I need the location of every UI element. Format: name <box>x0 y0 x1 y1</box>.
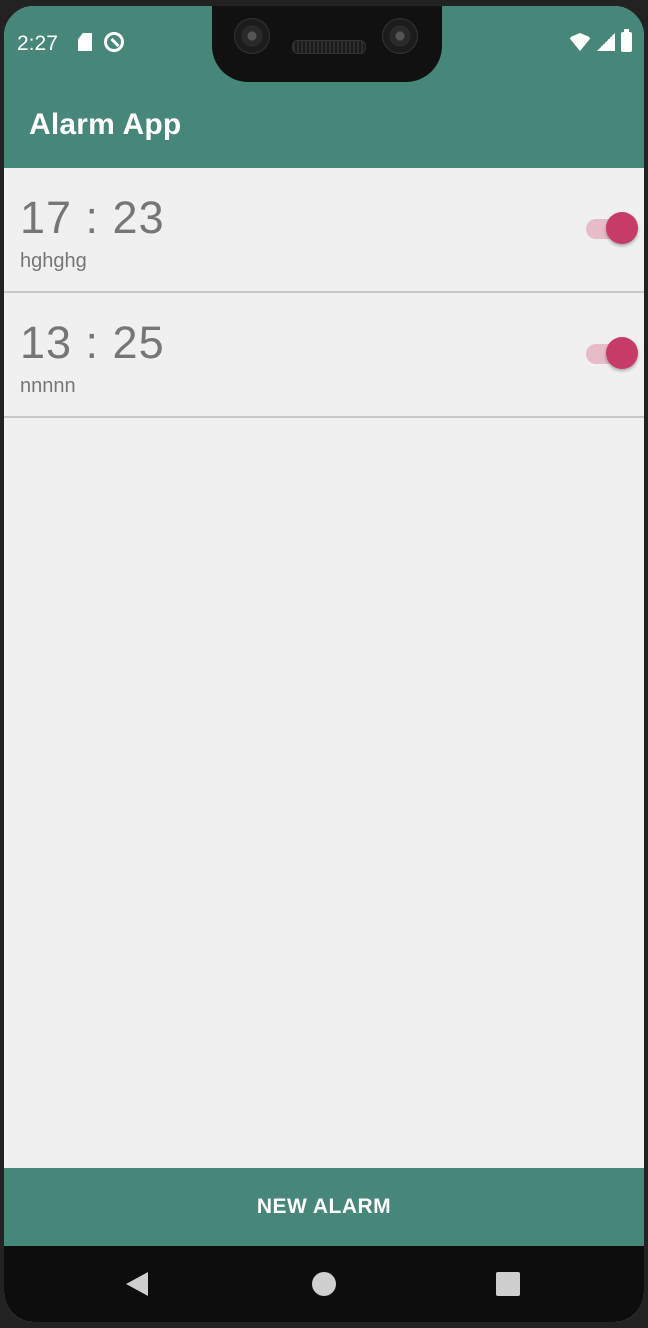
home-icon[interactable] <box>312 1272 336 1296</box>
toggle-thumb <box>606 212 638 244</box>
system-nav-bar <box>4 1246 644 1322</box>
status-icons-left <box>78 32 124 52</box>
alarm-row[interactable]: 17 : 23 hghghg <box>4 168 644 293</box>
signal-icon <box>597 33 615 51</box>
app-title: Alarm App <box>29 108 182 141</box>
app-header: 2:27 Alarm App <box>4 6 644 168</box>
new-alarm-button[interactable]: NEW ALARM <box>4 1168 644 1246</box>
earpiece-speaker <box>292 40 366 54</box>
alarm-label: nnnnn <box>20 375 76 397</box>
alarm-time: 17 : 23 <box>20 192 165 243</box>
device-frame: 2:27 Alarm App 17 : 23 hghghg 13: 25 nn… <box>0 0 648 1328</box>
alarm-list: 17 : 23 hghghg 13 : 25 nnnnn <box>4 168 644 418</box>
wifi-icon <box>569 33 591 51</box>
front-sensor-icon <box>382 18 418 54</box>
status-time: 2:27 <box>17 32 58 55</box>
front-camera-icon <box>234 18 270 54</box>
alarm-time: 13 : 25 <box>20 317 165 368</box>
status-icons-right <box>569 29 632 52</box>
camera-notch <box>212 6 442 82</box>
screen: 2:27 Alarm App 17 : 23 hghghg 13: 25 nn… <box>4 6 644 1322</box>
alarm-toggle[interactable] <box>586 212 638 244</box>
sync-icon <box>104 32 124 52</box>
battery-icon <box>621 29 632 52</box>
recents-icon[interactable] <box>496 1272 520 1296</box>
alarm-toggle[interactable] <box>586 337 638 369</box>
sd-card-icon <box>78 33 92 51</box>
alarm-label: hghghg <box>20 250 87 272</box>
toggle-thumb <box>606 337 638 369</box>
alarm-row[interactable]: 13 : 25 nnnnn <box>4 293 644 418</box>
back-icon[interactable] <box>126 1272 148 1296</box>
